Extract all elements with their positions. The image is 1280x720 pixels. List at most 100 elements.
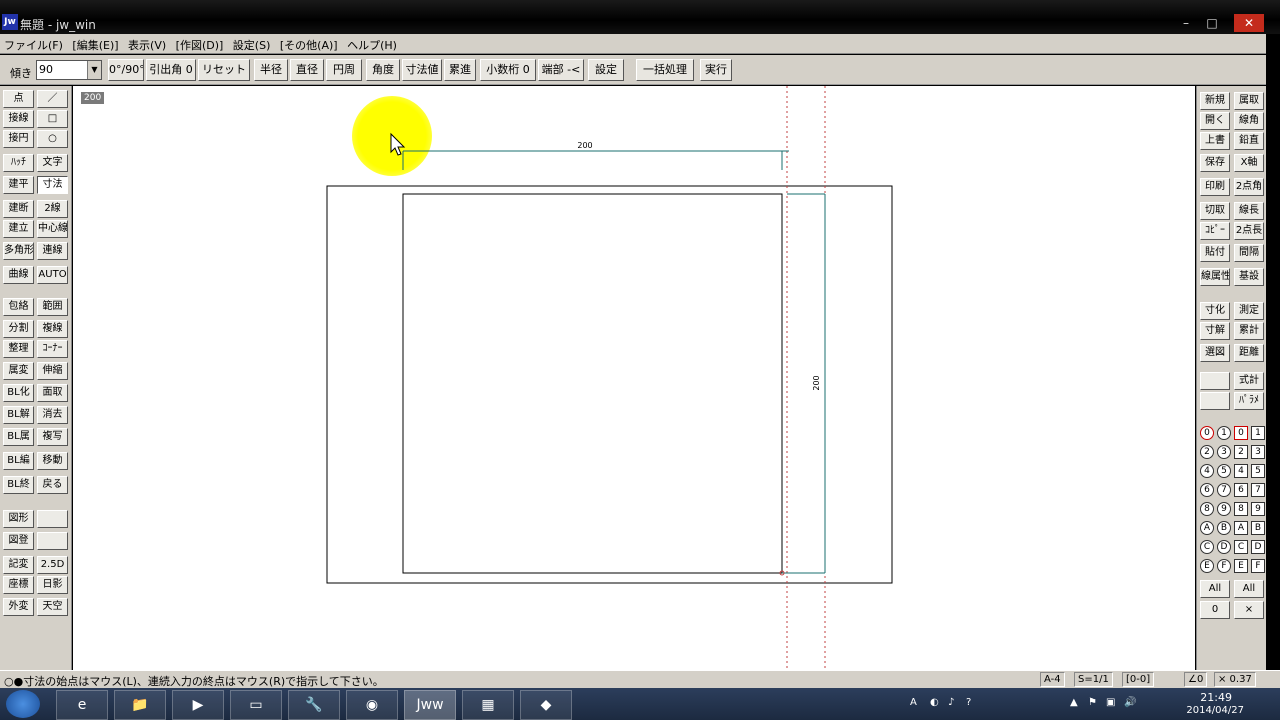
clock-date[interactable]: 2014/04/27 bbox=[1186, 705, 1244, 716]
angle-field[interactable]: ∠0 bbox=[1184, 672, 1208, 687]
dim-value-button[interactable]: 寸法値 bbox=[402, 59, 442, 81]
right-tool-13-0[interactable] bbox=[1200, 392, 1230, 410]
left-tool-1-0[interactable]: 接線 bbox=[3, 110, 34, 128]
right-tool-0-0[interactable]: 新規 bbox=[1200, 92, 1230, 110]
left-tool-6-0[interactable]: 建立 bbox=[3, 220, 34, 238]
layer-group-6[interactable]: 6 bbox=[1200, 483, 1214, 497]
angle-button[interactable]: 角度 bbox=[366, 59, 400, 81]
left-tool-8-0[interactable]: 曲線 bbox=[3, 266, 34, 284]
layer-group-1[interactable]: 1 bbox=[1217, 426, 1231, 440]
layer-group-4[interactable]: 4 bbox=[1200, 464, 1214, 478]
layer-group-10[interactable]: A bbox=[1200, 521, 1214, 535]
left-tool-6-1[interactable]: 中心線 bbox=[37, 220, 68, 238]
flag-icon[interactable]: ⚑ bbox=[1088, 697, 1097, 708]
left-tool-4-1[interactable]: 寸法 bbox=[37, 176, 68, 194]
right-tool-9-0[interactable]: 寸化 bbox=[1200, 302, 1230, 320]
window-task-icon[interactable]: ▭ bbox=[230, 690, 282, 720]
sound-setting-icon[interactable]: ♪ bbox=[948, 697, 954, 708]
left-tool-19-1[interactable] bbox=[37, 532, 68, 550]
close-button[interactable]: ✕ bbox=[1234, 14, 1264, 32]
right-tool-3-1[interactable]: X軸 bbox=[1234, 154, 1264, 172]
app-icon[interactable]: Jw bbox=[2, 14, 18, 30]
drawing-svg[interactable]: 200 200 bbox=[73, 86, 1195, 670]
left-tool-4-0[interactable]: 建平 bbox=[3, 176, 34, 194]
layer-14[interactable]: E bbox=[1234, 559, 1248, 573]
right-tool-6-1[interactable]: 2点長 bbox=[1234, 222, 1264, 240]
explorer-icon[interactable]: 📁 bbox=[114, 690, 166, 720]
network-icon[interactable]: ▣ bbox=[1106, 697, 1115, 708]
left-tool-10-1[interactable]: 複線 bbox=[37, 320, 68, 338]
layer-12[interactable]: C bbox=[1234, 540, 1248, 554]
ime-mode-icon[interactable]: ◐ bbox=[930, 697, 939, 708]
layer-group-11[interactable]: B bbox=[1217, 521, 1231, 535]
ime-icon[interactable]: A bbox=[910, 697, 917, 708]
left-tool-16-0[interactable]: BL編 bbox=[3, 452, 34, 470]
layer-2[interactable]: 2 bbox=[1234, 445, 1248, 459]
volume-icon[interactable]: 🔊 bbox=[1124, 697, 1136, 708]
right-tool-10-0[interactable]: 寸解 bbox=[1200, 322, 1230, 340]
right-tool-7-1[interactable]: 間隔 bbox=[1234, 244, 1264, 262]
right-tool-4-0[interactable]: 印刷 bbox=[1200, 178, 1230, 196]
layer-11[interactable]: B bbox=[1251, 521, 1265, 535]
right-tool-2-1[interactable]: 鉛直 bbox=[1234, 132, 1264, 150]
right-tool-2-0[interactable]: 上書 bbox=[1200, 132, 1230, 150]
media-player-icon[interactable]: ▶ bbox=[172, 690, 224, 720]
angle-0-90-button[interactable]: 0°/90° bbox=[108, 59, 144, 81]
left-tool-8-1[interactable]: AUTO bbox=[37, 266, 68, 284]
layer-1[interactable]: 1 bbox=[1251, 426, 1265, 440]
right-tool-5-1[interactable]: 線長 bbox=[1234, 202, 1264, 220]
right-tool-8-1[interactable]: 基設 bbox=[1234, 268, 1264, 286]
layer-field[interactable]: [0-0] bbox=[1122, 672, 1155, 687]
tool-task-icon[interactable]: 🔧 bbox=[288, 690, 340, 720]
left-tool-7-1[interactable]: 連線 bbox=[37, 242, 68, 260]
left-tool-20-1[interactable]: 2.5D bbox=[37, 556, 68, 574]
right-tool-1-0[interactable]: 開く bbox=[1200, 112, 1230, 130]
right-tool-10-1[interactable]: 累計 bbox=[1234, 322, 1264, 340]
left-tool-22-1[interactable]: 天空 bbox=[37, 598, 68, 616]
app-task-icon[interactable]: ◆ bbox=[520, 690, 572, 720]
layer-3[interactable]: 3 bbox=[1251, 445, 1265, 459]
ie-icon[interactable]: e bbox=[56, 690, 108, 720]
layer-8[interactable]: 8 bbox=[1234, 502, 1248, 516]
right-tool-3-0[interactable]: 保存 bbox=[1200, 154, 1230, 172]
decimal-digits-button[interactable]: 小数桁 0 bbox=[480, 59, 536, 81]
right-tool-7-0[interactable]: 貼付 bbox=[1200, 244, 1230, 262]
layer-9[interactable]: 9 bbox=[1251, 502, 1265, 516]
scale-field[interactable]: S=1/1 bbox=[1074, 672, 1113, 687]
clock-time[interactable]: 21:49 bbox=[1200, 691, 1232, 704]
left-tool-2-1[interactable]: ○ bbox=[37, 130, 68, 148]
menu-settings[interactable]: 設定(S) bbox=[229, 34, 273, 53]
layer-6[interactable]: 6 bbox=[1234, 483, 1248, 497]
left-tool-10-0[interactable]: 分割 bbox=[3, 320, 34, 338]
left-tool-5-1[interactable]: 2線 bbox=[37, 200, 68, 218]
right-tool-13-1[interactable]: ﾊﾟﾗﾒ bbox=[1234, 392, 1264, 410]
cumulative-button[interactable]: 累進 bbox=[444, 59, 476, 81]
minimize-button[interactable]: – bbox=[1174, 14, 1198, 32]
document-task-icon[interactable]: ▦ bbox=[462, 690, 514, 720]
right-tool-12-0[interactable] bbox=[1200, 372, 1230, 390]
maximize-button[interactable]: □ bbox=[1200, 14, 1224, 32]
layer-group-0[interactable]: 0 bbox=[1200, 426, 1214, 440]
left-tool-11-1[interactable]: ｺｰﾅｰ bbox=[37, 340, 68, 358]
radius-button[interactable]: 半径 bbox=[254, 59, 288, 81]
layer-group-12[interactable]: C bbox=[1200, 540, 1214, 554]
layer-5[interactable]: 5 bbox=[1251, 464, 1265, 478]
layer-group-3[interactable]: 3 bbox=[1217, 445, 1231, 459]
right-tool-8-0[interactable]: 線属性 bbox=[1200, 268, 1230, 286]
left-tool-3-0[interactable]: ﾊｯﾁ bbox=[3, 154, 34, 172]
circumference-button[interactable]: 円周 bbox=[326, 59, 362, 81]
left-tool-12-1[interactable]: 伸縮 bbox=[37, 362, 68, 380]
layer-group-2[interactable]: 2 bbox=[1200, 445, 1214, 459]
layer-group-13[interactable]: D bbox=[1217, 540, 1231, 554]
paper-size-field[interactable]: A-4 bbox=[1040, 672, 1065, 687]
left-tool-0-0[interactable]: 点 bbox=[3, 90, 34, 108]
right-tool-11-1[interactable]: 距離 bbox=[1234, 344, 1264, 362]
left-tool-14-1[interactable]: 消去 bbox=[37, 406, 68, 424]
left-tool-14-0[interactable]: BL解 bbox=[3, 406, 34, 424]
right-tool-5-0[interactable]: 切取 bbox=[1200, 202, 1230, 220]
right-tool-6-0[interactable]: ｺﾋﾟｰ bbox=[1200, 222, 1230, 240]
help-icon[interactable]: ? bbox=[966, 697, 971, 708]
left-tool-18-0[interactable]: 図形 bbox=[3, 510, 34, 528]
left-tool-21-1[interactable]: 日影 bbox=[37, 576, 68, 594]
tray-expand-icon[interactable]: ▲ bbox=[1070, 697, 1078, 708]
